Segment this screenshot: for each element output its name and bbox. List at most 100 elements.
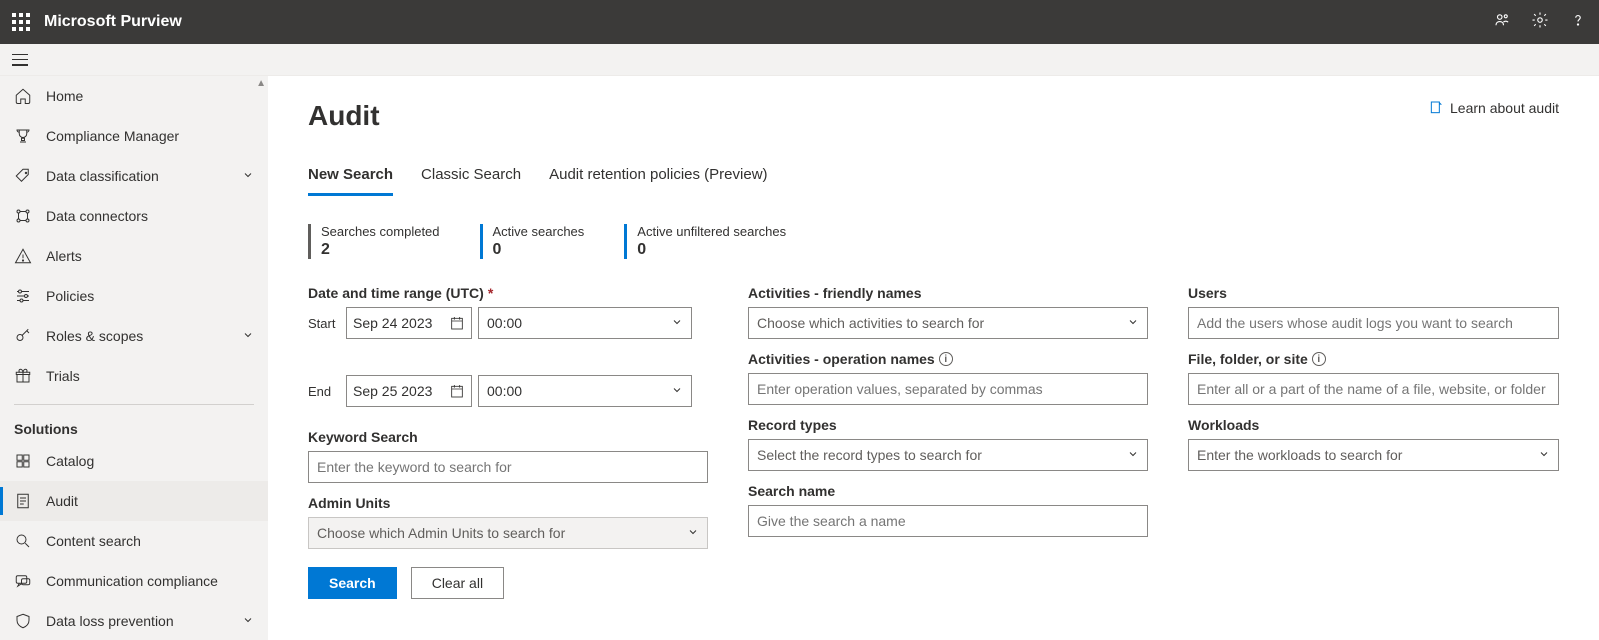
sidebar-item-label: Data connectors <box>46 208 148 224</box>
sidebar-item-label: Roles & scopes <box>46 328 143 344</box>
chevron-down-icon <box>242 613 254 629</box>
keyword-label: Keyword Search <box>308 429 708 445</box>
learn-about-text: Learn about audit <box>1450 100 1559 116</box>
users-input[interactable] <box>1188 307 1559 339</box>
calendar-icon <box>449 315 465 331</box>
tab-new-search[interactable]: New Search <box>308 160 393 196</box>
key-icon <box>14 327 32 345</box>
home-icon <box>14 87 32 105</box>
nav-divider <box>14 404 254 405</box>
sidebar-item-content-search[interactable]: Content search <box>0 521 268 561</box>
sidebar-item-trials[interactable]: Trials <box>0 356 268 396</box>
hamburger-icon[interactable] <box>12 54 28 66</box>
keyword-input[interactable] <box>308 451 708 483</box>
info-icon[interactable]: i <box>1312 352 1326 366</box>
chat-icon <box>14 572 32 590</box>
chevron-down-icon <box>671 315 683 331</box>
activities-friendly-label: Activities - friendly names <box>748 285 1148 301</box>
shield-icon <box>14 612 32 630</box>
tag-icon <box>14 167 32 185</box>
stat-label: Searches completed <box>321 224 440 239</box>
sidebar-item-label: Content search <box>46 533 141 549</box>
stat-value: 0 <box>493 241 585 259</box>
search-icon <box>14 532 32 550</box>
activities-friendly-select[interactable]: Choose which activities to search for <box>748 307 1148 339</box>
admin-units-select: Choose which Admin Units to search for <box>308 517 708 549</box>
stat-active-unfiltered: Active unfiltered searches 0 <box>624 224 786 259</box>
solutions-heading: Solutions <box>0 413 268 441</box>
person-icon[interactable] <box>1493 11 1511 34</box>
file-folder-site-label: File, folder, or site i <box>1188 351 1559 367</box>
stats-row: Searches completed 2 Active searches 0 A… <box>308 224 1559 259</box>
sidebar-item-label: Data loss prevention <box>46 613 174 629</box>
start-time-select[interactable]: 00:00 <box>478 307 692 339</box>
start-date-input[interactable]: Sep 24 2023 <box>346 307 472 339</box>
sidebar: ▲ Home Compliance Manager Data classific… <box>0 76 268 640</box>
sidebar-item-label: Home <box>46 88 83 104</box>
sidebar-item-audit[interactable]: Audit <box>0 481 268 521</box>
stat-active-searches: Active searches 0 <box>480 224 585 259</box>
tab-audit-retention[interactable]: Audit retention policies (Preview) <box>549 160 767 196</box>
sidebar-item-home[interactable]: Home <box>0 76 268 116</box>
sidebar-item-label: Data classification <box>46 168 159 184</box>
sidebar-item-label: Alerts <box>46 248 82 264</box>
search-button[interactable]: Search <box>308 567 397 599</box>
main-content: Audit Learn about audit New Search Class… <box>268 76 1599 640</box>
workloads-label: Workloads <box>1188 417 1559 433</box>
info-icon[interactable]: i <box>939 352 953 366</box>
sidebar-item-alerts[interactable]: Alerts <box>0 236 268 276</box>
end-date-input[interactable]: Sep 25 2023 <box>346 375 472 407</box>
sidebar-item-catalog[interactable]: Catalog <box>0 441 268 481</box>
help-icon[interactable] <box>1569 11 1587 34</box>
search-name-input[interactable] <box>748 505 1148 537</box>
sidebar-item-label: Catalog <box>46 453 94 469</box>
stat-label: Active searches <box>493 224 585 239</box>
datetime-range-label: Date and time range (UTC)* <box>308 285 708 301</box>
grid-icon <box>14 452 32 470</box>
gift-icon <box>14 367 32 385</box>
sidebar-item-label: Trials <box>46 368 80 384</box>
sidebar-item-data-loss-prevention[interactable]: Data loss prevention <box>0 601 268 640</box>
sidebar-item-data-classification[interactable]: Data classification <box>0 156 268 196</box>
app-launcher-icon[interactable] <box>12 13 30 31</box>
clear-all-button[interactable]: Clear all <box>411 567 504 599</box>
users-label: Users <box>1188 285 1559 301</box>
chevron-down-icon <box>1538 447 1550 463</box>
record-types-select[interactable]: Select the record types to search for <box>748 439 1148 471</box>
chevron-down-icon <box>242 168 254 184</box>
end-label: End <box>308 384 340 399</box>
document-icon <box>1428 100 1444 116</box>
sidebar-item-roles[interactable]: Roles & scopes <box>0 316 268 356</box>
sidebar-item-communication-compliance[interactable]: Communication compliance <box>0 561 268 601</box>
brand-title: Microsoft Purview <box>44 13 182 31</box>
chevron-down-icon <box>671 383 683 399</box>
learn-about-link[interactable]: Learn about audit <box>1428 100 1559 116</box>
chevron-down-icon <box>687 525 699 541</box>
workloads-select[interactable]: Enter the workloads to search for <box>1188 439 1559 471</box>
file-folder-site-input[interactable] <box>1188 373 1559 405</box>
activities-operation-label: Activities - operation names i <box>748 351 1148 367</box>
audit-icon <box>14 492 32 510</box>
chevron-down-icon <box>1127 447 1139 463</box>
search-name-label: Search name <box>748 483 1148 499</box>
activities-operation-input[interactable] <box>748 373 1148 405</box>
trophy-icon <box>14 127 32 145</box>
chevron-down-icon <box>1127 315 1139 331</box>
stat-value: 0 <box>637 241 786 259</box>
sidebar-item-data-connectors[interactable]: Data connectors <box>0 196 268 236</box>
sidebar-item-label: Policies <box>46 288 94 304</box>
sidebar-item-label: Audit <box>46 493 78 509</box>
sidebar-item-policies[interactable]: Policies <box>0 276 268 316</box>
start-label: Start <box>308 316 340 331</box>
end-time-select[interactable]: 00:00 <box>478 375 692 407</box>
gear-icon[interactable] <box>1531 11 1549 34</box>
sliders-icon <box>14 287 32 305</box>
stat-label: Active unfiltered searches <box>637 224 786 239</box>
sidebar-item-compliance-manager[interactable]: Compliance Manager <box>0 116 268 156</box>
top-bar: Microsoft Purview <box>0 0 1599 44</box>
collapse-strip <box>0 44 1599 76</box>
tab-classic-search[interactable]: Classic Search <box>421 160 521 196</box>
admin-units-label: Admin Units <box>308 495 708 511</box>
record-types-label: Record types <box>748 417 1148 433</box>
calendar-icon <box>449 383 465 399</box>
